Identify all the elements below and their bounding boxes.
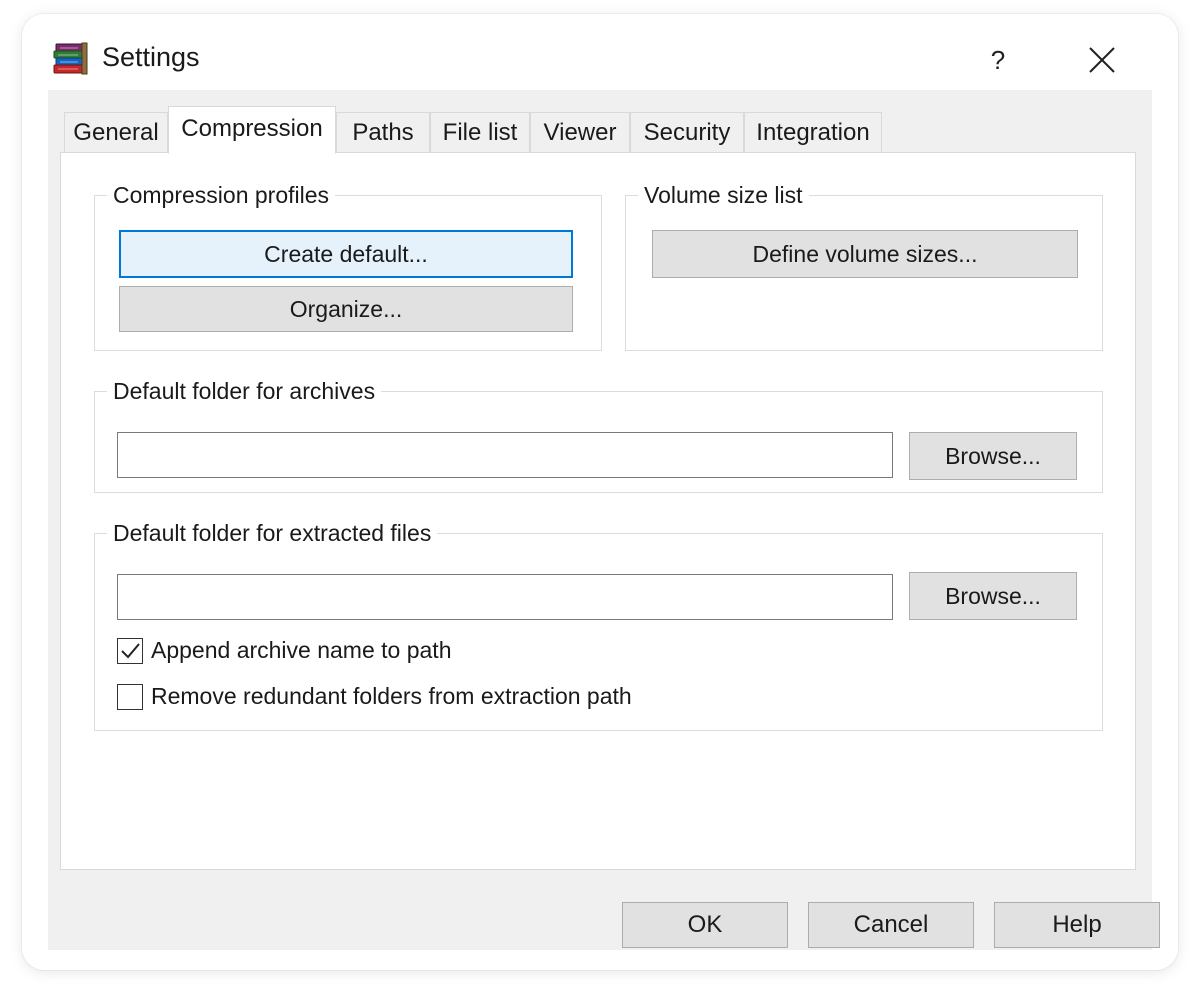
tab-security[interactable]: Security: [630, 112, 744, 152]
tab-paths[interactable]: Paths: [336, 112, 430, 152]
settings-dialog: Settings ? General Compression Paths Fil…: [22, 14, 1178, 970]
browse-archives-button[interactable]: Browse...: [909, 432, 1077, 480]
remove-redundant-folders-option[interactable]: Remove redundant folders from extraction…: [117, 683, 737, 714]
window-title: Settings: [102, 42, 200, 72]
extracted-folder-label: Default folder for extracted files: [107, 519, 438, 547]
tab-panel-compression: Compression profiles Create default... O…: [60, 152, 1136, 870]
compression-profiles-group: Compression profiles Create default... O…: [94, 181, 602, 351]
archives-folder-group: Default folder for archives Browse...: [94, 377, 1103, 493]
browse-extracted-button[interactable]: Browse...: [909, 572, 1077, 620]
append-archive-name-label: Append archive name to path: [151, 637, 452, 663]
extracted-folder-input[interactable]: [117, 574, 893, 620]
archives-folder-label: Default folder for archives: [107, 377, 382, 405]
organize-button[interactable]: Organize...: [119, 286, 573, 332]
cancel-button[interactable]: Cancel: [808, 902, 974, 948]
question-mark-icon[interactable]: ?: [978, 40, 1018, 80]
compression-profiles-label: Compression profiles: [107, 181, 336, 209]
tab-viewer[interactable]: Viewer: [530, 112, 630, 152]
title-bar: Settings ?: [22, 14, 1178, 90]
ok-button[interactable]: OK: [622, 902, 788, 948]
checkmark-icon: [121, 643, 140, 659]
append-archive-name-checkbox[interactable]: [117, 638, 143, 664]
append-archive-name-option[interactable]: Append archive name to path: [117, 637, 537, 668]
tab-compression[interactable]: Compression: [168, 106, 336, 154]
archives-folder-input[interactable]: [117, 432, 893, 478]
winrar-books-icon: [52, 40, 90, 78]
extracted-folder-group: Default folder for extracted files Brows…: [94, 519, 1103, 731]
tab-general[interactable]: General: [64, 112, 168, 152]
volume-size-list-group: Volume size list Define volume sizes...: [625, 181, 1103, 351]
tab-file-list[interactable]: File list: [430, 112, 530, 152]
close-icon[interactable]: [1080, 38, 1124, 82]
tab-integration[interactable]: Integration: [744, 112, 882, 152]
create-default-button[interactable]: Create default...: [119, 230, 573, 278]
remove-redundant-folders-checkbox[interactable]: [117, 684, 143, 710]
remove-redundant-folders-label: Remove redundant folders from extraction…: [151, 683, 632, 709]
define-volume-sizes-button[interactable]: Define volume sizes...: [652, 230, 1078, 278]
dialog-client-area: General Compression Paths File list View…: [48, 90, 1160, 950]
volume-size-list-label: Volume size list: [638, 181, 809, 209]
help-button[interactable]: Help: [994, 902, 1160, 948]
